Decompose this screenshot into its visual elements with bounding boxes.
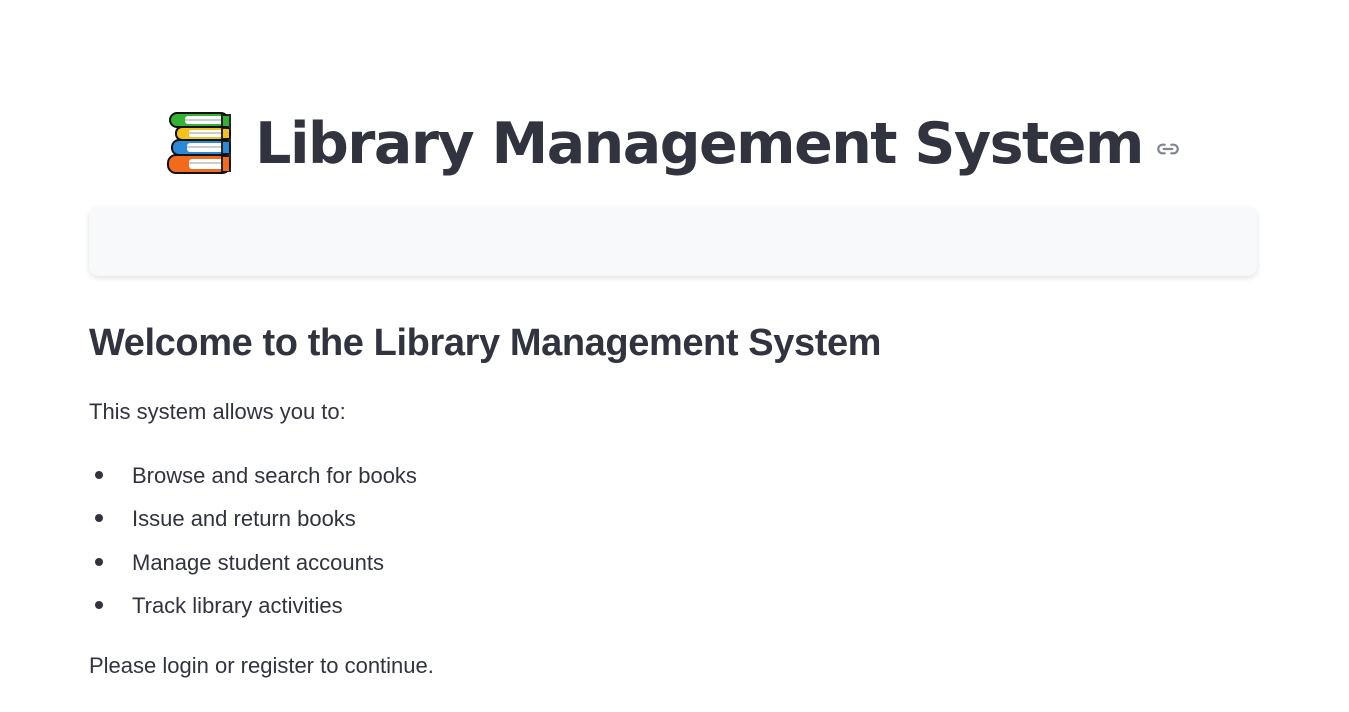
list-item-label: Track library activities <box>132 592 343 618</box>
list-item: Issue and return books <box>89 497 417 540</box>
list-item: Track library activities <box>89 584 417 627</box>
books-icon <box>165 110 233 178</box>
bullet-icon <box>95 471 103 479</box>
app-page: Library Management System Welcome to the… <box>0 0 1349 712</box>
list-item-label: Manage student accounts <box>132 549 384 575</box>
link-icon[interactable] <box>1155 136 1181 162</box>
list-item-label: Issue and return books <box>132 506 356 532</box>
feature-list: Browse and search for books Issue and re… <box>89 454 417 627</box>
bullet-icon <box>95 557 103 566</box>
intro-text: This system allows you to: <box>89 399 346 424</box>
outro-text: Please login or register to continue. <box>89 653 434 678</box>
bullet-icon <box>95 600 103 609</box>
welcome-heading: Welcome to the Library Management System <box>89 322 882 364</box>
list-item: Browse and search for books <box>89 454 417 497</box>
list-item: Manage student accounts <box>89 541 417 584</box>
list-item-label: Browse and search for books <box>132 463 417 488</box>
title-row: Library Management System <box>89 104 1257 184</box>
bullet-icon <box>95 514 103 523</box>
page-title: Library Management System <box>255 110 1144 177</box>
info-container <box>89 207 1257 276</box>
